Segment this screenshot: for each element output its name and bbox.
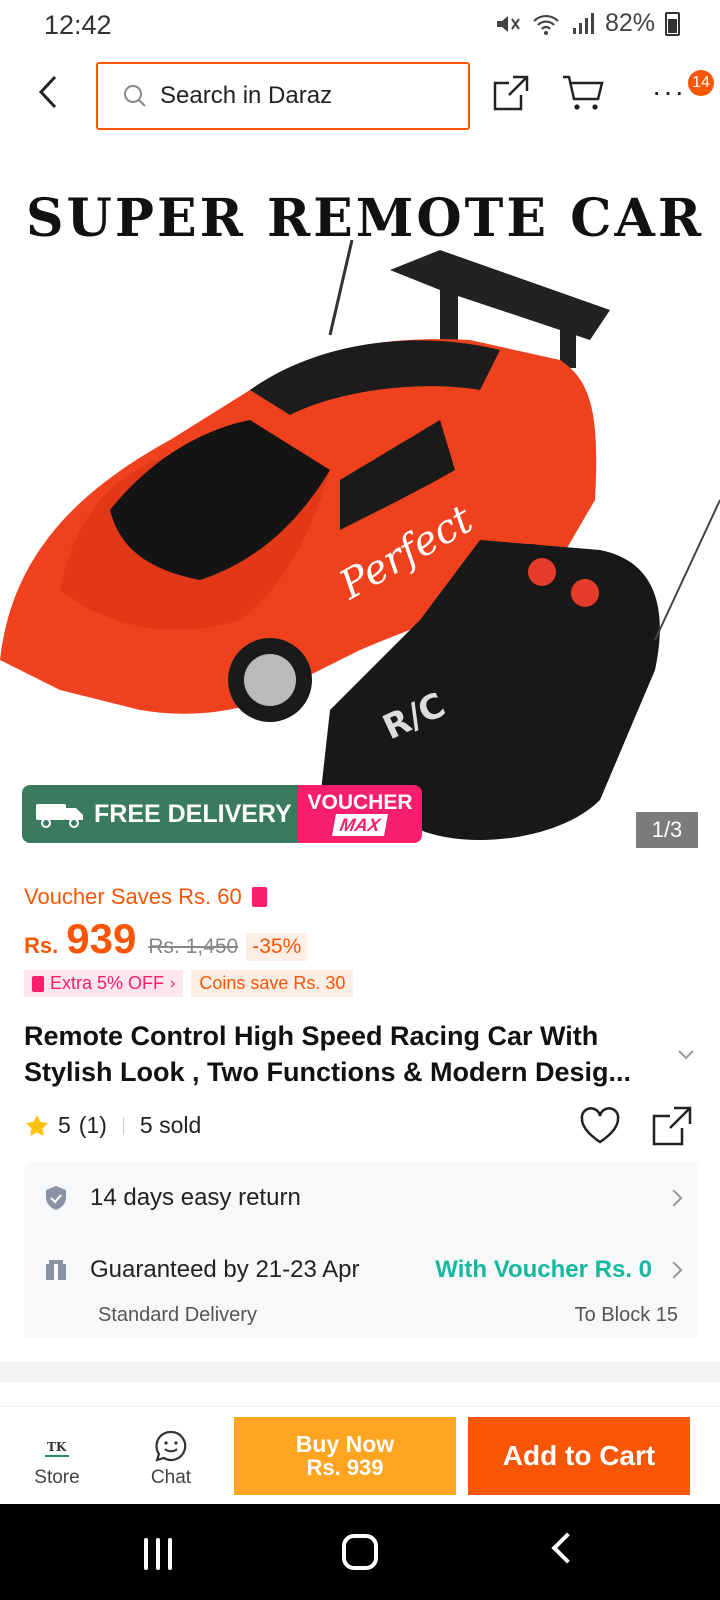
rating-count: (1) — [78, 1112, 107, 1138]
return-policy-text: 14 days easy return — [90, 1184, 301, 1211]
search-placeholder: Search in Daraz — [160, 82, 333, 109]
delivery-location: To Block 15 — [574, 1304, 678, 1326]
back-button[interactable] — [26, 70, 70, 114]
add-to-cart-button[interactable]: Add to Cart — [468, 1417, 690, 1495]
product-title-line2: Stylish Look , Two Functions & Modern De… — [24, 1057, 632, 1087]
wishlist-heart-icon[interactable] — [578, 1106, 622, 1146]
return-policy-row[interactable]: 14 days easy return — [44, 1180, 683, 1216]
bottom-action-bar: TK Store Chat Buy Now Rs. 939 Add to Car… — [0, 1406, 720, 1504]
discount-badge: -35% — [246, 933, 308, 961]
max-label: MAX — [332, 814, 388, 836]
star-icon — [26, 1114, 48, 1136]
top-bar: Search in Daraz ··· 14 — [0, 52, 720, 140]
svg-text:TK: TK — [47, 1440, 67, 1454]
store-logo-icon: TK — [45, 1440, 69, 1457]
chevron-right-icon: › — [170, 974, 176, 992]
delivery-row[interactable]: Guaranteed by 21-23 Apr With Voucher Rs.… — [44, 1252, 683, 1288]
cart-button[interactable] — [560, 70, 606, 116]
chevron-right-icon — [665, 1261, 683, 1279]
buy-now-button[interactable]: Buy Now Rs. 939 — [234, 1417, 456, 1495]
voucher-saves[interactable]: Voucher Saves Rs. 60 — [24, 884, 267, 910]
notification-badge: 14 — [688, 70, 714, 96]
service-box: 14 days easy return Guaranteed by 21-23 … — [24, 1162, 698, 1338]
guarantee-text: Guaranteed by 21-23 Apr — [90, 1256, 360, 1283]
rating-row[interactable]: 5 (1) 5 sold — [24, 1112, 201, 1139]
battery-icon — [665, 11, 680, 36]
voucher-delivery-fee: With Voucher Rs. 0 — [435, 1256, 652, 1283]
status-icons: 82% — [495, 9, 680, 38]
home-button[interactable] — [342, 1534, 378, 1570]
product-image-carousel[interactable]: SUPER REMOTE CAR Perfect R/C FREE DELIVE… — [0, 150, 720, 864]
chat-icon — [155, 1430, 187, 1462]
store-label: Store — [34, 1467, 80, 1488]
share-icon[interactable] — [650, 1104, 694, 1148]
status-bar: 12:42 82% — [0, 0, 720, 50]
voucher-tag-icon — [32, 975, 44, 992]
more-options-button[interactable]: ··· — [652, 76, 692, 116]
coins-chip[interactable]: Coins save Rs. 30 — [191, 970, 354, 997]
store-button[interactable]: TK Store — [12, 1415, 102, 1497]
battery-percent: 82% — [604, 9, 655, 37]
buy-now-label: Buy Now — [295, 1431, 395, 1457]
package-icon — [46, 1260, 66, 1280]
system-nav-bar — [0, 1504, 720, 1600]
delivery-type: Standard Delivery — [98, 1304, 257, 1326]
share-button[interactable] — [488, 70, 534, 116]
price-amount: 939 — [66, 915, 137, 962]
extra-off-label: Extra 5% OFF — [50, 973, 165, 993]
shield-check-icon — [46, 1186, 66, 1210]
voucher-tag-icon — [251, 887, 267, 907]
chat-button[interactable]: Chat — [126, 1415, 216, 1497]
product-title[interactable]: Remote Control High Speed Racing Car Wit… — [24, 1018, 664, 1090]
price-row: Rs. 939 Rs. 1,450 -35% — [24, 915, 308, 963]
promo-banner: FREE DELIVERY VOUCHER MAX — [22, 785, 422, 843]
extra-off-chip[interactable]: Extra 5% OFF › — [24, 970, 184, 997]
promo-chips: Extra 5% OFF › Coins save Rs. 30 — [24, 970, 354, 997]
divider — [122, 1116, 124, 1135]
mute-icon — [496, 15, 520, 32]
search-input[interactable]: Search in Daraz — [96, 62, 470, 130]
chat-label: Chat — [150, 1467, 192, 1488]
section-divider — [0, 1362, 720, 1382]
system-back-button[interactable] — [551, 1532, 583, 1564]
free-delivery-badge: FREE DELIVERY — [22, 785, 298, 843]
rating-value: 5 — [58, 1112, 71, 1138]
share-icon — [493, 75, 529, 111]
buy-now-price: Rs. 939 — [306, 1455, 384, 1480]
recent-apps-button[interactable] — [144, 1538, 176, 1570]
voucher-label: VOUCHER — [307, 791, 413, 814]
search-icon — [124, 85, 146, 107]
original-price: Rs. 1,450 — [148, 935, 239, 958]
chevron-left-icon — [38, 75, 57, 109]
truck-icon — [36, 804, 83, 828]
chevron-right-icon — [665, 1189, 683, 1207]
image-pager: 1/3 — [636, 812, 698, 848]
chevron-down-icon[interactable] — [676, 1044, 696, 1064]
free-delivery-label: FREE DELIVERY — [94, 799, 292, 828]
price-currency: Rs. — [24, 933, 59, 958]
product-title-line1: Remote Control High Speed Racing Car Wit… — [24, 1021, 599, 1051]
sold-count: 5 sold — [139, 1112, 202, 1138]
wifi-icon — [533, 14, 559, 35]
status-time: 12:42 — [44, 10, 112, 40]
cart-icon — [563, 75, 604, 110]
voucher-max-badge: VOUCHER MAX — [298, 785, 422, 843]
voucher-saves-label: Voucher Saves Rs. 60 — [24, 884, 242, 909]
product-image: Perfect R/C — [0, 240, 720, 840]
signal-icon — [572, 12, 594, 34]
